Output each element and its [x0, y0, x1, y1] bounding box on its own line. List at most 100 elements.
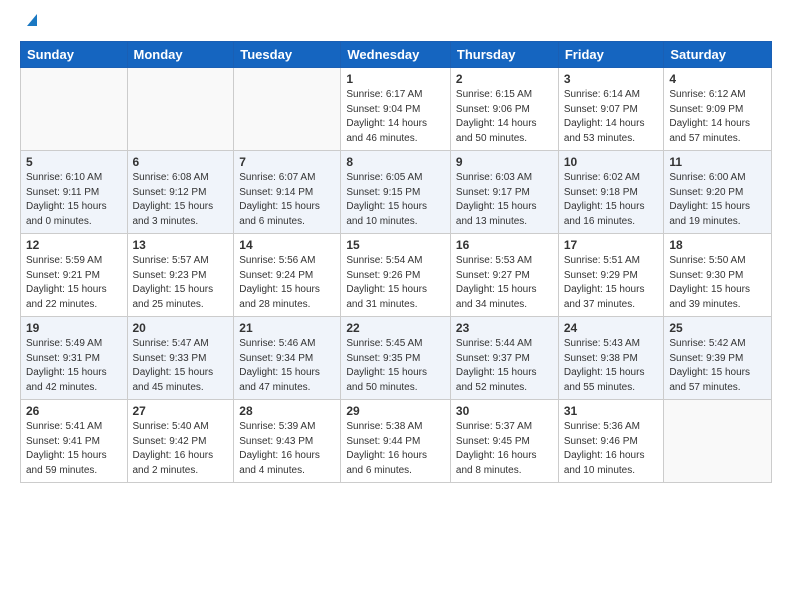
day-number: 12 [26, 238, 122, 252]
calendar-cell: 18 Sunrise: 5:50 AM Sunset: 9:30 PM Dayli… [664, 234, 772, 317]
calendar-cell: 27 Sunrise: 5:40 AM Sunset: 9:42 PM Dayli… [127, 400, 234, 483]
calendar-cell: 21 Sunrise: 5:46 AM Sunset: 9:34 PM Dayli… [234, 317, 341, 400]
day-detail: Sunrise: 6:03 AM Sunset: 9:17 PM Dayligh… [456, 171, 553, 229]
calendar-cell: 7 Sunrise: 6:07 AM Sunset: 9:14 PM Daylig… [234, 151, 341, 234]
day-number: 4 [669, 72, 766, 86]
day-number: 29 [346, 404, 445, 418]
calendar-cell: 8Sunrise: 6:05 AM Sunset: 9:15 PM Daylig… [341, 151, 451, 234]
day-detail: Sunrise: 6:00 AM Sunset: 9:20 PM Dayligh… [669, 171, 766, 229]
calendar-cell [127, 68, 234, 151]
calendar-cell: 25Sunrise: 5:42 AM Sunset: 9:39 PM Dayli… [664, 317, 772, 400]
calendar-week-row: 1 Sunrise: 6:17 AM Sunset: 9:04 PM Daylig… [21, 68, 772, 151]
day-detail: Sunrise: 5:36 AM Sunset: 9:46 PM Dayligh… [564, 420, 659, 478]
calendar-cell [664, 400, 772, 483]
calendar-cell: 29 Sunrise: 5:38 AM Sunset: 9:44 PM Dayli… [341, 400, 451, 483]
calendar-cell: 9 Sunrise: 6:03 AM Sunset: 9:17 PM Daylig… [450, 151, 558, 234]
calendar-cell: 5 Sunrise: 6:10 AM Sunset: 9:11 PM Daylig… [21, 151, 128, 234]
day-number: 30 [456, 404, 553, 418]
day-number: 23 [456, 321, 553, 335]
day-detail: Sunrise: 5:38 AM Sunset: 9:44 PM Dayligh… [346, 420, 445, 478]
day-detail: Sunrise: 5:47 AM Sunset: 9:33 PM Dayligh… [133, 337, 229, 395]
weekday-header-saturday: Saturday [664, 42, 772, 68]
calendar-cell: 13 Sunrise: 5:57 AM Sunset: 9:23 PM Dayli… [127, 234, 234, 317]
calendar-week-row: 12Sunrise: 5:59 AM Sunset: 9:21 PM Dayli… [21, 234, 772, 317]
day-detail: Sunrise: 6:05 AM Sunset: 9:15 PM Dayligh… [346, 171, 445, 229]
day-detail: Sunrise: 5:46 AM Sunset: 9:34 PM Dayligh… [239, 337, 335, 395]
calendar-week-row: 5 Sunrise: 6:10 AM Sunset: 9:11 PM Daylig… [21, 151, 772, 234]
day-number: 3 [564, 72, 659, 86]
day-detail: Sunrise: 6:07 AM Sunset: 9:14 PM Dayligh… [239, 171, 335, 229]
day-number: 16 [456, 238, 553, 252]
calendar-cell [234, 68, 341, 151]
day-number: 17 [564, 238, 659, 252]
day-number: 6 [133, 155, 229, 169]
page: SundayMondayTuesdayWednesdayThursdayFrid… [0, 0, 792, 499]
calendar-table: SundayMondayTuesdayWednesdayThursdayFrid… [20, 41, 772, 483]
calendar-cell: 3 Sunrise: 6:14 AM Sunset: 9:07 PM Daylig… [558, 68, 664, 151]
day-number: 5 [26, 155, 122, 169]
day-number: 25 [669, 321, 766, 335]
day-detail: Sunrise: 5:53 AM Sunset: 9:27 PM Dayligh… [456, 254, 553, 312]
weekday-header-thursday: Thursday [450, 42, 558, 68]
day-detail: Sunrise: 5:56 AM Sunset: 9:24 PM Dayligh… [239, 254, 335, 312]
day-detail: Sunrise: 5:54 AM Sunset: 9:26 PM Dayligh… [346, 254, 445, 312]
day-detail: Sunrise: 5:44 AM Sunset: 9:37 PM Dayligh… [456, 337, 553, 395]
day-detail: Sunrise: 6:17 AM Sunset: 9:04 PM Dayligh… [346, 88, 445, 146]
header [20, 16, 772, 33]
day-number: 26 [26, 404, 122, 418]
day-detail: Sunrise: 6:10 AM Sunset: 9:11 PM Dayligh… [26, 171, 122, 229]
day-detail: Sunrise: 6:15 AM Sunset: 9:06 PM Dayligh… [456, 88, 553, 146]
calendar-cell: 24 Sunrise: 5:43 AM Sunset: 9:38 PM Dayli… [558, 317, 664, 400]
day-detail: Sunrise: 5:39 AM Sunset: 9:43 PM Dayligh… [239, 420, 335, 478]
logo-icon [23, 10, 41, 28]
weekday-header-wednesday: Wednesday [341, 42, 451, 68]
weekday-header-friday: Friday [558, 42, 664, 68]
calendar-cell: 2Sunrise: 6:15 AM Sunset: 9:06 PM Daylig… [450, 68, 558, 151]
day-number: 19 [26, 321, 122, 335]
calendar-cell: 10Sunrise: 6:02 AM Sunset: 9:18 PM Dayli… [558, 151, 664, 234]
day-number: 28 [239, 404, 335, 418]
weekday-header-monday: Monday [127, 42, 234, 68]
day-number: 20 [133, 321, 229, 335]
day-number: 13 [133, 238, 229, 252]
day-detail: Sunrise: 6:14 AM Sunset: 9:07 PM Dayligh… [564, 88, 659, 146]
day-detail: Sunrise: 5:49 AM Sunset: 9:31 PM Dayligh… [26, 337, 122, 395]
calendar-cell: 28 Sunrise: 5:39 AM Sunset: 9:43 PM Dayli… [234, 400, 341, 483]
calendar-cell: 20 Sunrise: 5:47 AM Sunset: 9:33 PM Dayli… [127, 317, 234, 400]
day-number: 15 [346, 238, 445, 252]
weekday-header-tuesday: Tuesday [234, 42, 341, 68]
day-detail: Sunrise: 5:40 AM Sunset: 9:42 PM Dayligh… [133, 420, 229, 478]
day-detail: Sunrise: 5:50 AM Sunset: 9:30 PM Dayligh… [669, 254, 766, 312]
day-detail: Sunrise: 6:08 AM Sunset: 9:12 PM Dayligh… [133, 171, 229, 229]
day-detail: Sunrise: 5:37 AM Sunset: 9:45 PM Dayligh… [456, 420, 553, 478]
calendar-cell: 6 Sunrise: 6:08 AM Sunset: 9:12 PM Daylig… [127, 151, 234, 234]
day-number: 9 [456, 155, 553, 169]
day-detail: Sunrise: 5:43 AM Sunset: 9:38 PM Dayligh… [564, 337, 659, 395]
day-detail: Sunrise: 5:51 AM Sunset: 9:29 PM Dayligh… [564, 254, 659, 312]
calendar-cell: 23 Sunrise: 5:44 AM Sunset: 9:37 PM Dayli… [450, 317, 558, 400]
weekday-header-sunday: Sunday [21, 42, 128, 68]
calendar-cell: 11Sunrise: 6:00 AM Sunset: 9:20 PM Dayli… [664, 151, 772, 234]
day-detail: Sunrise: 5:57 AM Sunset: 9:23 PM Dayligh… [133, 254, 229, 312]
logo [20, 16, 41, 33]
calendar-cell: 19 Sunrise: 5:49 AM Sunset: 9:31 PM Dayli… [21, 317, 128, 400]
day-number: 10 [564, 155, 659, 169]
day-number: 27 [133, 404, 229, 418]
calendar-cell: 31 Sunrise: 5:36 AM Sunset: 9:46 PM Dayli… [558, 400, 664, 483]
calendar-cell: 22Sunrise: 5:45 AM Sunset: 9:35 PM Dayli… [341, 317, 451, 400]
calendar-week-row: 19 Sunrise: 5:49 AM Sunset: 9:31 PM Dayli… [21, 317, 772, 400]
calendar-cell: 1 Sunrise: 6:17 AM Sunset: 9:04 PM Daylig… [341, 68, 451, 151]
day-number: 21 [239, 321, 335, 335]
weekday-header-row: SundayMondayTuesdayWednesdayThursdayFrid… [21, 42, 772, 68]
calendar-cell: 14Sunrise: 5:56 AM Sunset: 9:24 PM Dayli… [234, 234, 341, 317]
day-number: 31 [564, 404, 659, 418]
day-number: 1 [346, 72, 445, 86]
calendar-cell: 30 Sunrise: 5:37 AM Sunset: 9:45 PM Dayli… [450, 400, 558, 483]
day-number: 24 [564, 321, 659, 335]
day-number: 7 [239, 155, 335, 169]
calendar-cell: 4Sunrise: 6:12 AM Sunset: 9:09 PM Daylig… [664, 68, 772, 151]
day-number: 22 [346, 321, 445, 335]
calendar-cell: 17 Sunrise: 5:51 AM Sunset: 9:29 PM Dayli… [558, 234, 664, 317]
day-number: 18 [669, 238, 766, 252]
calendar-cell [21, 68, 128, 151]
